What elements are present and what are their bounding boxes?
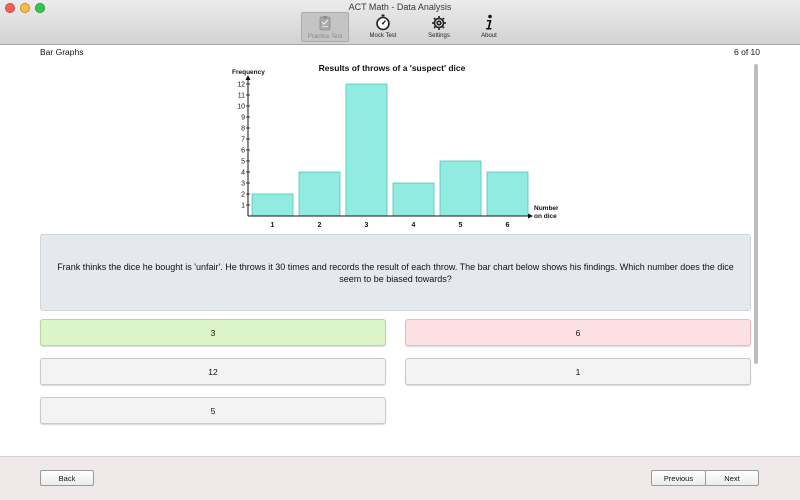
answer-option-1[interactable]: 3 — [40, 319, 386, 346]
question-text: Frank thinks the dice he bought is 'unfa… — [57, 261, 734, 284]
y-tick-label: 2 — [241, 192, 245, 199]
y-tick-label: 9 — [241, 115, 245, 122]
y-tick-label: 4 — [241, 170, 245, 177]
info-icon — [486, 14, 492, 30]
toolbar-label: About — [481, 33, 497, 39]
y-tick-label: 3 — [241, 181, 245, 188]
window-title: ACT Math - Data Analysis — [348, 2, 452, 12]
answer-label: 5 — [210, 405, 216, 416]
bar-4 — [392, 182, 435, 217]
bar-6 — [486, 171, 529, 217]
x-tick-label: 4 — [412, 222, 416, 229]
previous-button[interactable]: Previous — [651, 470, 706, 486]
x-axis-arrow — [528, 213, 533, 219]
y-tick-label: 6 — [241, 148, 245, 155]
toolbar-mock-test[interactable]: Mock Test — [359, 12, 407, 42]
toolbar-label: Practice Test — [307, 34, 343, 40]
x-tick-label: 1 — [271, 222, 275, 229]
x-tick-label: 6 — [506, 222, 510, 229]
footer-bar: Back Previous Next — [0, 456, 800, 500]
question-progress: 6 of 10 — [734, 47, 760, 57]
x-tick-label: 2 — [318, 222, 322, 229]
chart-title: Results of throws of a 'suspect' dice — [319, 63, 466, 73]
answer-option-3[interactable]: 12 — [40, 358, 386, 385]
answer-label: 12 — [208, 366, 218, 377]
stopwatch-icon — [376, 14, 390, 31]
answer-label: 1 — [575, 366, 581, 377]
bar-5 — [439, 160, 482, 217]
answer-label: 6 — [575, 327, 581, 338]
y-tick-label: 7 — [241, 137, 245, 144]
answer-option-4[interactable]: 1 — [405, 358, 751, 385]
bar-3 — [345, 83, 388, 217]
bar-chart: Results of throws of a 'suspect' dice Fre… — [228, 60, 568, 232]
y-axis-label: Frequency — [232, 69, 265, 76]
next-button[interactable]: Next — [705, 470, 759, 486]
y-tick-label: 12 — [237, 82, 245, 89]
y-tick-label: 8 — [241, 126, 245, 133]
topic-title: Bar Graphs — [40, 47, 84, 57]
toolbar-label: Settings — [428, 33, 450, 39]
y-tick-label: 10 — [237, 104, 245, 111]
bar-2 — [298, 171, 341, 217]
x-axis-label: on dice — [534, 213, 557, 220]
gear-icon — [432, 16, 446, 30]
y-tick-label: 5 — [241, 159, 245, 166]
back-button[interactable]: Back — [40, 470, 94, 486]
answer-option-5[interactable]: 5 — [40, 397, 386, 424]
bar-1 — [251, 193, 294, 217]
x-axis-label: Number — [534, 205, 559, 212]
x-tick-label: 5 — [459, 222, 463, 229]
y-tick-label: 1 — [241, 203, 245, 210]
question-panel: Frank thinks the dice he bought is 'unfa… — [40, 234, 751, 311]
toolbar-label: Mock Test — [369, 33, 397, 39]
toolbar-practice-test[interactable]: Practice Test — [301, 12, 349, 42]
answer-option-2[interactable]: 6 — [405, 319, 751, 346]
answer-label: 3 — [210, 327, 216, 338]
clipboard-icon — [319, 16, 331, 31]
bar-chart-svg: Results of throws of a 'suspect' dice Fre… — [232, 63, 559, 229]
y-tick-label: 11 — [238, 93, 245, 100]
title-bar: ACT Math - Data Analysis Practice Test M… — [0, 0, 800, 45]
toolbar-settings[interactable]: Settings — [415, 12, 463, 42]
scrollbar-thumb[interactable] — [754, 64, 758, 364]
vertical-scrollbar[interactable] — [754, 62, 758, 452]
toolbar-about[interactable]: About — [465, 12, 513, 42]
x-tick-label: 3 — [365, 222, 369, 229]
toolbar: Practice Test Mock Test Settings About — [0, 12, 800, 44]
